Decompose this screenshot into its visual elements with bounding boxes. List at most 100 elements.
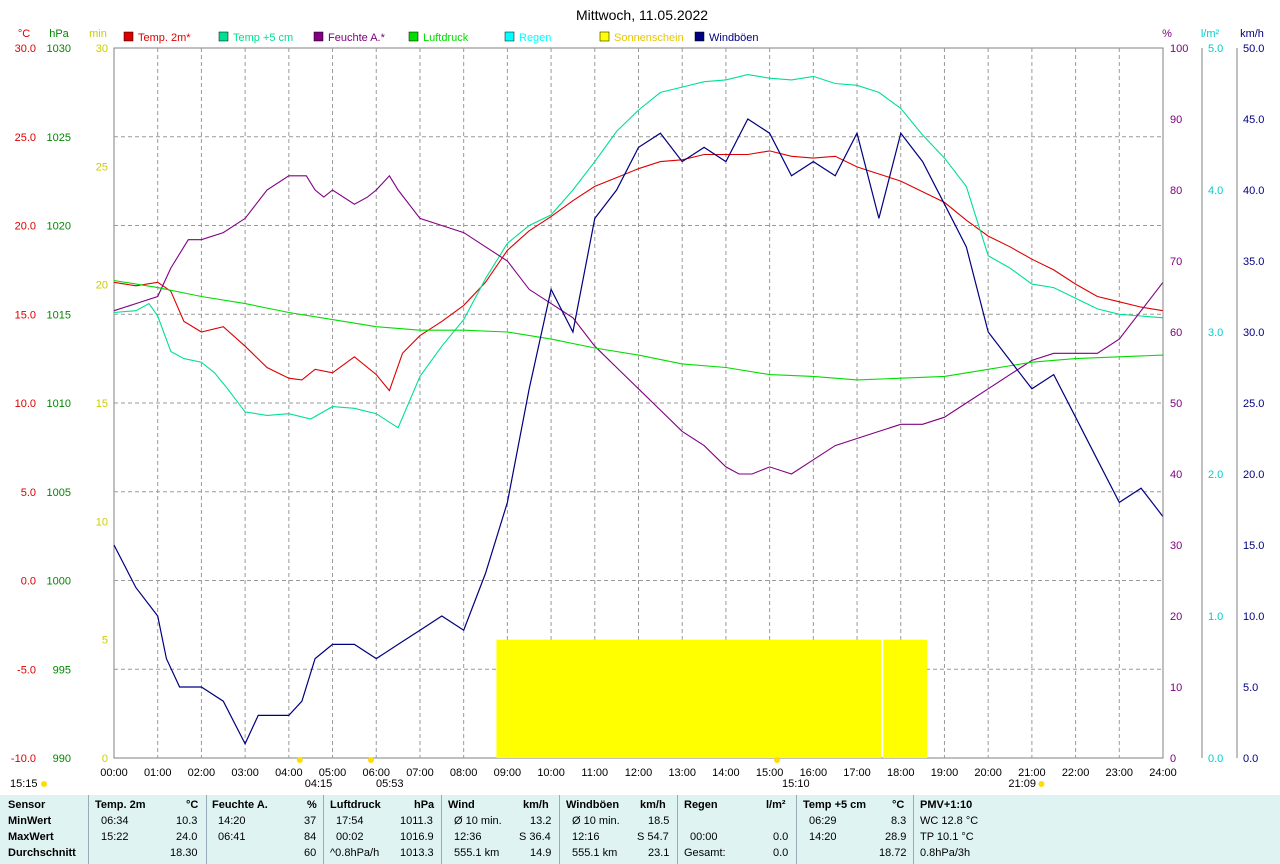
wind-unit: km/h [523,799,549,811]
rain-avg-label: Gesamt: [684,847,726,859]
rain-tick-label: 2.0 [1208,469,1223,481]
wind-tick-label: 0.0 [1243,753,1258,765]
temp-unit-label: °C [18,28,30,40]
marker-dot [774,757,781,763]
wind-tick-label: 25.0 [1243,398,1264,410]
x-tick-label: 24:00 [1149,767,1177,779]
wind-max-time: 12:36 [454,831,482,843]
hum-unit-label: % [1162,28,1172,40]
temp-tick-label: 0.0 [21,576,36,588]
gusts-title: Windböen [566,799,620,811]
wind-tick-label: 15.0 [1243,540,1264,552]
row-label-max: MaxWert [8,831,54,843]
temp5cm-avg: 18.72 [879,847,907,859]
press-tick-label: 1005 [47,487,71,499]
gusts-avg: 23.1 [648,847,670,859]
legend-label: Temp. 2m* [138,32,191,44]
legend-label: Windböen [709,32,759,44]
hum-tick-label: 10 [1170,682,1182,694]
x-tick-label: 00:00 [100,767,128,779]
wind-min-label: Ø 10 min. [454,815,502,827]
x-tick-label: 17:00 [843,767,871,779]
press-tick-label: 1010 [47,398,71,410]
sun-tick-label: 20 [96,280,108,292]
pmv-avg: 0.8hPa/3h [920,847,971,859]
wind-unit-label: km/h [1240,28,1264,40]
wind-title: Wind [448,799,475,811]
x-tick-label: 12:00 [625,767,653,779]
x-tick-label: 03:00 [231,767,259,779]
legend-label: Luftdruck [423,32,469,44]
sun-tick-label: 10 [96,516,108,528]
hum-tick-label: 50 [1170,398,1182,410]
rain-unit: l/m² [766,799,786,811]
x-tick-label: 18:00 [887,767,915,779]
wind-tick-label: 45.0 [1243,114,1264,126]
gusts-min-label: Ø 10 min. [572,815,620,827]
legend-label: Feuchte A.* [328,32,386,44]
legend-swatch [694,31,705,42]
pmv-max: TP 10.1 °C [920,831,974,843]
legend: Temp. 2m* Temp +5 cm Feuchte A.* Luftdruck R… [123,31,759,44]
separator [559,795,560,864]
rain-tick-label: 4.0 [1208,185,1223,197]
x-tick-label: 01:00 [144,767,172,779]
press-tick-label: 1000 [47,576,71,588]
temp2m-max: 24.0 [176,831,198,843]
sun-tick-label: 15 [96,398,108,410]
pressure-avg-label: ^0.8hPa/h [330,847,380,859]
gusts-avg-label: 555.1 km [572,847,618,859]
sunshine-bar [883,639,927,758]
wind-tick-label: 5.0 [1243,682,1258,694]
sun-tick-label: 30 [96,43,108,55]
sunshine-bars [496,639,927,758]
pmv-min: WC 12.8 °C [920,815,979,827]
wind-max: S 36.4 [519,831,551,843]
legend-swatch [504,31,515,42]
separator [913,795,914,864]
x-tick-label: 13:00 [668,767,696,779]
rain-title: Regen [684,799,718,811]
legend-label: Sonnenschein [614,32,684,44]
gusts-min: 18.5 [648,815,670,827]
x-tick-label: 09:00 [494,767,522,779]
temp5cm-title: Temp +5 cm [803,799,867,811]
legend-swatch [599,31,610,42]
press-tick-label: 1030 [47,43,71,55]
temp-tick-label: 15.0 [15,309,36,321]
humidity-avg: 60 [304,847,317,859]
x-tick-label: 11:00 [581,767,608,779]
separator [88,795,89,864]
legend-swatch [218,31,229,42]
pmv-title: PMV+1:10 [920,799,973,811]
gusts-unit: km/h [640,799,666,811]
wind-tick-label: 40.0 [1243,185,1264,197]
temp5cm-unit: °C [892,799,905,811]
pressure-max: 1016.9 [400,831,434,843]
rain-unit-label: l/m² [1201,28,1220,40]
press-tick-label: 1020 [47,221,71,233]
pressure-max-time: 00:02 [336,831,364,843]
sun-tick-label: 5 [102,635,108,647]
hum-tick-label: 100 [1170,43,1188,55]
press-tick-label: 995 [53,664,71,676]
separator [206,795,207,864]
temp2m-max-time: 15:22 [101,831,129,843]
humidity-title: Feuchte A. [212,799,268,811]
pressure-unit: hPa [414,799,435,811]
temp2m-min-time: 06:34 [101,815,129,827]
rain-max: 0.0 [773,831,789,843]
humidity-min-time: 14:20 [218,815,246,827]
sun-marker-icon [1038,781,1045,787]
rain-max-time: 00:00 [690,831,718,843]
marker-label: 15:15 [10,778,38,790]
marker-label: 05:53 [376,778,404,790]
sunshine-bar [496,639,882,758]
x-tick-label: 10:00 [537,767,565,779]
temp5cm-max-time: 14:20 [809,831,837,843]
separator [677,795,678,864]
pressure-avg: 1013.3 [400,847,434,859]
x-tick-label: 07:00 [406,767,434,779]
separator [441,795,442,864]
sun-tick-label: 0 [102,753,108,765]
